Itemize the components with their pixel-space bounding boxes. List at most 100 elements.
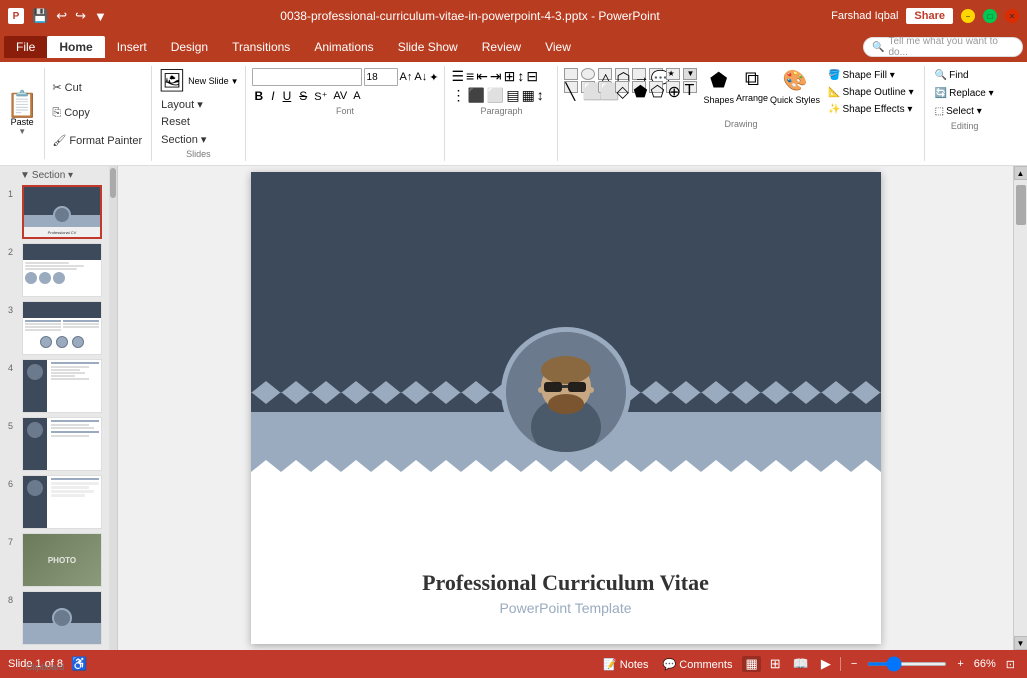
shape-item[interactable]: 💬 [649, 68, 663, 80]
more-button[interactable]: ▼ [92, 9, 109, 24]
panel-scrollbar-thumb[interactable] [110, 168, 116, 198]
slide-thumb-8[interactable]: 8 [22, 591, 109, 645]
scroll-up-button[interactable]: ▲ [1014, 166, 1027, 180]
close-button[interactable]: ✕ [1005, 9, 1019, 23]
tab-insert[interactable]: Insert [105, 36, 159, 58]
reading-view-button[interactable]: 📖 [790, 656, 812, 672]
section-expand-icon[interactable]: ▼ [20, 170, 30, 181]
align-right-button[interactable]: ▤ [506, 87, 519, 104]
decrease-indent-button[interactable]: ⇤ [476, 68, 488, 85]
tab-transitions[interactable]: Transitions [220, 36, 302, 58]
scroll-down-button[interactable]: ▼ [1014, 636, 1027, 650]
align-text-button[interactable]: ⊟ [526, 68, 538, 85]
shape-item[interactable]: ⬜ [581, 81, 595, 93]
scroll-thumb[interactable] [1016, 185, 1026, 225]
slide-thumb-6[interactable]: 6 [22, 475, 109, 529]
smartart-button[interactable]: ⋮ [451, 87, 465, 104]
text-shadow-button[interactable]: S⁺ [312, 90, 329, 103]
right-scrollbar[interactable]: ▲ ▼ [1013, 166, 1027, 650]
underline-button[interactable]: U [280, 88, 295, 104]
shape-item[interactable]: ◇ [615, 81, 629, 93]
tell-me-input[interactable]: 🔍 Tell me what you want to do... [863, 37, 1023, 57]
bullet-list-button[interactable]: ☰ [451, 68, 464, 85]
comments-button[interactable]: 💬 Comments [659, 658, 737, 671]
fit-window-button[interactable]: ⊡ [1002, 658, 1019, 671]
undo-button[interactable]: ↩ [54, 8, 69, 24]
maximize-button[interactable]: □ [983, 9, 997, 23]
align-center-button[interactable]: ⬜ [487, 87, 504, 104]
section-button[interactable]: Section ▾ [158, 132, 238, 147]
panel-scrollbar[interactable] [109, 166, 117, 650]
quick-styles-button[interactable]: 🎨 Quick Styles [770, 68, 820, 105]
increase-font-button[interactable]: A↑ [400, 71, 413, 83]
share-button[interactable]: Share [906, 8, 953, 24]
minimize-button[interactable]: − [961, 9, 975, 23]
slide-thumb-7[interactable]: 7 PHOTO [22, 533, 109, 587]
slide-thumb-4[interactable]: 4 [22, 359, 109, 413]
layout-button[interactable]: Layout ▾ [158, 97, 238, 112]
italic-button[interactable]: I [268, 88, 277, 104]
paste-button[interactable]: 📋 Paste ▼ [6, 68, 45, 159]
font-family-input[interactable] [252, 68, 362, 86]
shape-fill-button[interactable]: 🪣 Shape Fill ▾ [824, 68, 918, 83]
shape-item[interactable] [581, 68, 595, 80]
zoom-in-button[interactable]: + [953, 658, 967, 670]
columns-button[interactable]: ⊞ [504, 68, 516, 85]
font-color-button[interactable]: A [351, 90, 362, 102]
redo-button[interactable]: ↪ [73, 8, 88, 24]
new-slide-button[interactable]: 🖼 New Slide ▼ [158, 68, 238, 94]
tab-design[interactable]: Design [159, 36, 220, 58]
zoom-slider[interactable] [867, 662, 947, 666]
zoom-out-button[interactable]: − [847, 658, 861, 670]
slide-thumb-3[interactable]: 3 [22, 301, 109, 355]
slideshow-view-button[interactable]: ▶ [818, 656, 834, 672]
replace-button[interactable]: 🔄 Replace ▾ [931, 86, 998, 101]
arrange-button[interactable]: ⧉ Arrange [736, 68, 768, 105]
format-painter-button[interactable]: 🖌 Format Painter [49, 133, 145, 148]
slide-thumb-5[interactable]: 5 [22, 417, 109, 471]
reset-button[interactable]: Reset [158, 115, 238, 129]
notes-button[interactable]: 📝 Notes [599, 658, 653, 671]
copy-button[interactable]: ⎘ Copy [49, 106, 145, 121]
tab-slideshow[interactable]: Slide Show [386, 36, 470, 58]
tab-animations[interactable]: Animations [302, 36, 385, 58]
align-left-button[interactable]: ⬛ [467, 87, 484, 104]
save-button[interactable]: 💾 [30, 8, 50, 24]
cut-button[interactable]: ✂ Cut [49, 80, 145, 95]
text-direction-button[interactable]: ↕ [517, 68, 524, 85]
increase-indent-button[interactable]: ⇥ [490, 68, 502, 85]
shape-item[interactable]: ⬠ [649, 81, 663, 93]
more-shapes-button[interactable]: ▼ [683, 68, 697, 80]
shape-item[interactable] [564, 68, 578, 80]
select-button[interactable]: ⬚ Select ▾ [931, 104, 998, 119]
tab-view[interactable]: View [533, 36, 583, 58]
numbered-list-button[interactable]: ≡ [466, 68, 474, 85]
clear-format-button[interactable]: ✦ [429, 71, 438, 84]
font-size-input[interactable] [364, 68, 398, 86]
find-button[interactable]: 🔍 Find [931, 68, 998, 83]
slide-thumb-1[interactable]: 1 Professional CV [22, 185, 109, 239]
shape-item[interactable]: ⊕ [666, 81, 680, 93]
decrease-font-button[interactable]: A↓ [414, 71, 427, 83]
shapes-button[interactable]: ⬟ Shapes [703, 68, 734, 105]
tab-file[interactable]: File [4, 36, 47, 58]
bold-button[interactable]: B [252, 88, 267, 104]
char-spacing-button[interactable]: AV [331, 90, 349, 102]
line-spacing-button[interactable]: ↕ [537, 87, 544, 104]
shape-item[interactable]: ★ [666, 68, 680, 80]
shape-item[interactable]: T [683, 81, 697, 93]
shape-item[interactable]: → [632, 68, 646, 80]
tab-home[interactable]: Home [47, 36, 104, 58]
shape-outline-button[interactable]: 📐 Shape Outline ▾ [824, 85, 918, 100]
shape-item[interactable]: ⬜ [598, 81, 612, 93]
shape-item[interactable]: ╲ [564, 81, 578, 93]
normal-view-button[interactable]: ▦ [742, 656, 760, 672]
justify-button[interactable]: ▦ [522, 87, 535, 104]
shape-effects-button[interactable]: ✨ Shape Effects ▾ [824, 102, 918, 117]
strikethrough-button[interactable]: S [296, 88, 310, 104]
shape-item[interactable]: ⬟ [632, 81, 646, 93]
tab-review[interactable]: Review [470, 36, 533, 58]
shape-item[interactable]: △ [598, 68, 612, 80]
slide-canvas[interactable]: Professional Curriculum Vitae PowerPoint… [251, 172, 881, 644]
shape-item[interactable]: ⬡ [615, 68, 629, 80]
